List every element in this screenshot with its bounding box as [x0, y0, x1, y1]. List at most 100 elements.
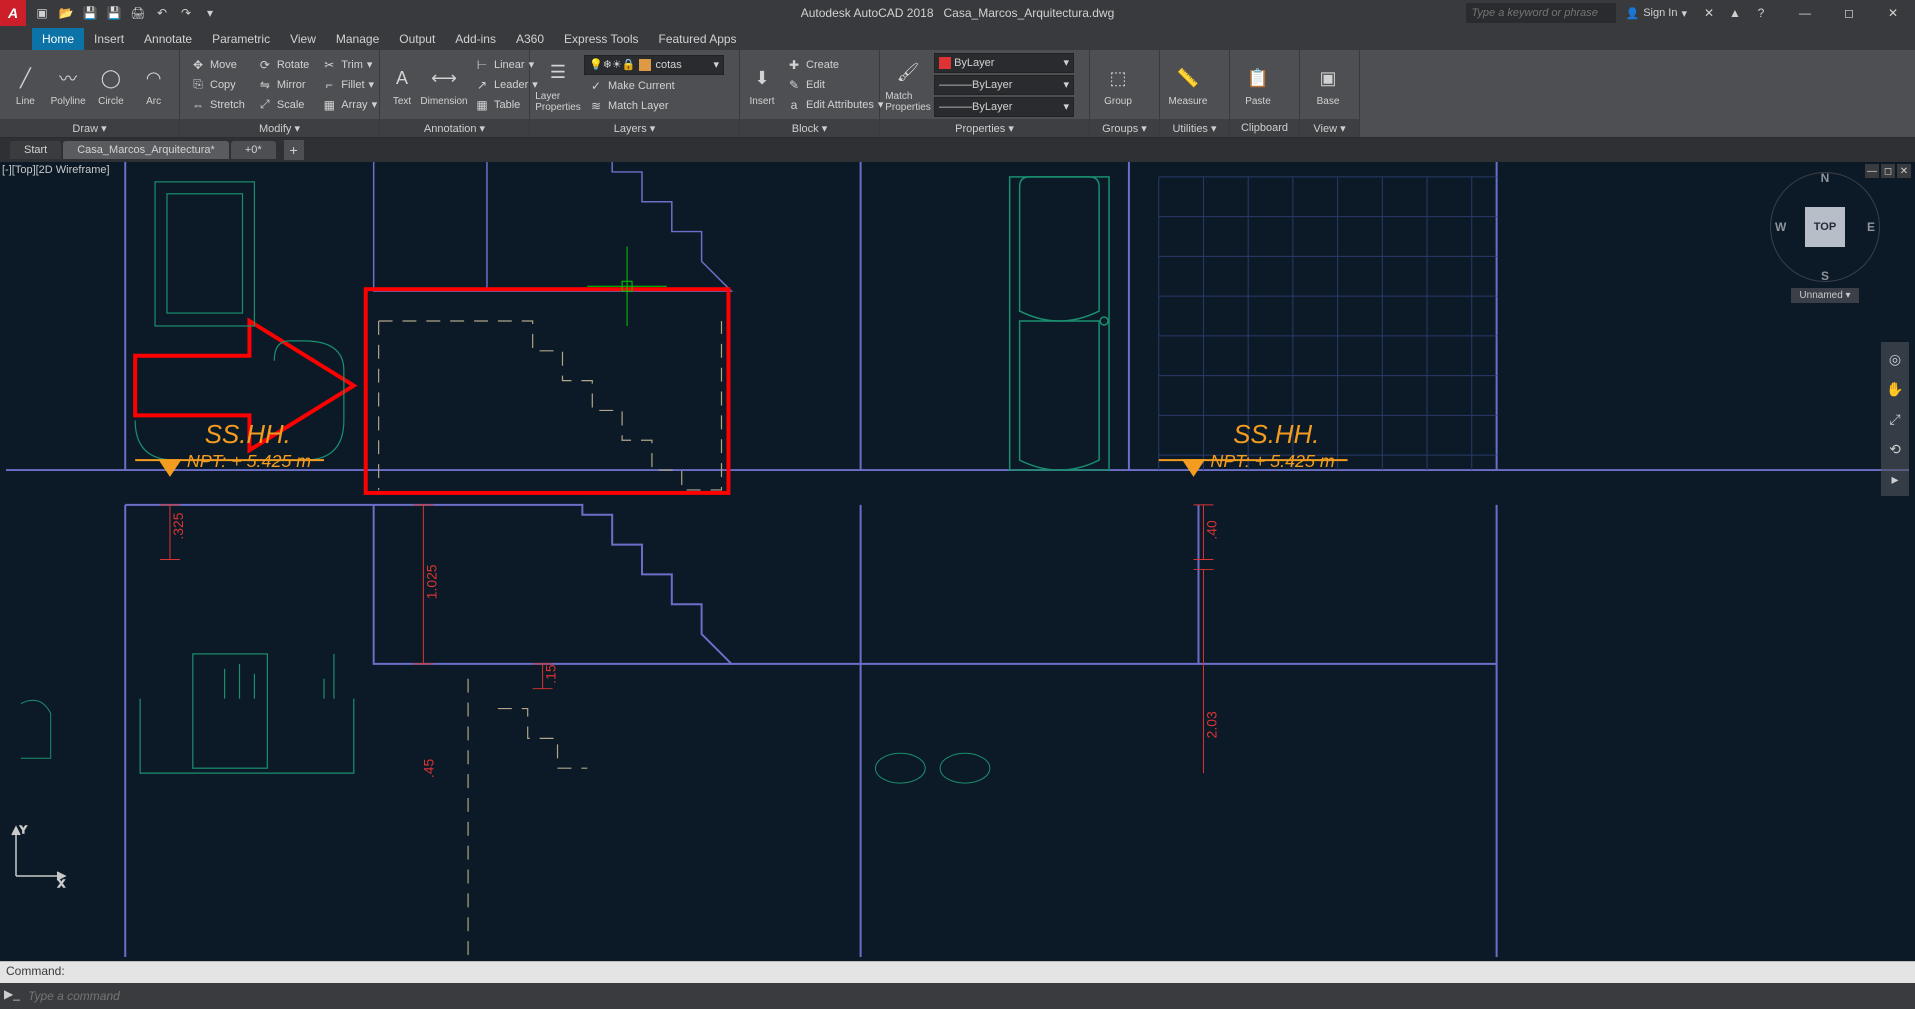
search-input[interactable] [1466, 3, 1616, 23]
linetype-dropdown[interactable]: ——— ByLayer▾ [934, 97, 1074, 117]
vp-close-icon[interactable]: ✕ [1897, 164, 1911, 178]
svg-text:X: X [58, 879, 65, 890]
navigation-bar: ◎ ✋ ⤢ ⟲ ▸ [1881, 342, 1909, 496]
viewcube-w[interactable]: W [1775, 220, 1786, 234]
tab-manage[interactable]: Manage [326, 28, 389, 50]
lineweight-dropdown[interactable]: ——— ByLayer▾ [934, 75, 1074, 95]
viewcube-wcs[interactable]: Unnamed ▾ [1791, 288, 1858, 303]
viewcube-top[interactable]: TOP [1805, 207, 1845, 247]
tab-add-button[interactable]: + [284, 140, 304, 160]
mirror-button[interactable]: ⇋Mirror [253, 76, 313, 94]
maximize-button[interactable]: ◻ [1827, 0, 1871, 26]
layer-properties-button[interactable]: ☰Layer Properties [536, 57, 580, 113]
copy-button[interactable]: ⎘Copy [186, 76, 249, 94]
create-block-button[interactable]: ✚Create [782, 56, 887, 74]
tab-start[interactable]: Start [10, 141, 61, 159]
dimension-button[interactable]: ⟷Dimension [422, 62, 466, 107]
match-layer-button[interactable]: ≋Match Layer [584, 97, 733, 115]
rotate-button[interactable]: ⟳Rotate [253, 56, 313, 74]
panel-title-clipboard[interactable]: Clipboard [1230, 119, 1299, 137]
group-icon: ⬚ [1102, 62, 1134, 94]
arc-button[interactable]: ◠Arc [134, 62, 173, 107]
tab-annotate[interactable]: Annotate [134, 28, 202, 50]
steering-wheel-icon[interactable]: ◎ [1884, 348, 1906, 370]
tab-insert[interactable]: Insert [84, 28, 134, 50]
line-button[interactable]: ╱Line [6, 62, 45, 107]
text-button[interactable]: AText [386, 62, 418, 107]
open-icon[interactable]: 📂 [56, 3, 76, 23]
array-button[interactable]: ▦Array ▾ [317, 96, 381, 114]
exchange-icon[interactable]: ✕ [1697, 2, 1721, 24]
color-dropdown[interactable]: ByLayer▾ [934, 53, 1074, 73]
panel-title-view[interactable]: View ▾ [1300, 119, 1359, 137]
close-button[interactable]: ✕ [1871, 0, 1915, 26]
panel-title-block[interactable]: Block ▾ [740, 119, 879, 137]
stretch-button[interactable]: ⇔Stretch [186, 96, 249, 114]
panel-title-groups[interactable]: Groups ▾ [1090, 119, 1159, 137]
quick-access-toolbar: ▣ 📂 💾 💾 🖨 ↶ ↷ ▾ [26, 3, 226, 23]
command-input[interactable] [28, 989, 1911, 1003]
circle-button[interactable]: ◯Circle [92, 62, 131, 107]
showmotion-icon[interactable]: ▸ [1884, 468, 1906, 490]
tab-parametric[interactable]: Parametric [202, 28, 280, 50]
signin-button[interactable]: 👤 Sign In ▾ [1618, 7, 1695, 20]
saveas-icon[interactable]: 💾 [104, 3, 124, 23]
tab-addins[interactable]: Add-ins [445, 28, 506, 50]
fillet-button[interactable]: ⌐Fillet ▾ [317, 76, 381, 94]
panel-title-layers[interactable]: Layers ▾ [530, 119, 739, 137]
insert-button[interactable]: ⬇Insert [746, 62, 778, 107]
tab-file-active[interactable]: Casa_Marcos_Arquitectura* [63, 141, 229, 159]
make-current-icon: ✓ [588, 78, 604, 94]
drawing-canvas[interactable]: SS.HH. NPT: + 5.425 m SS.HH. NPT: + 5.42… [0, 162, 1915, 957]
orbit-icon[interactable]: ⟲ [1884, 438, 1906, 460]
undo-icon[interactable]: ↶ [152, 3, 172, 23]
panel-title-annotation[interactable]: Annotation ▾ [380, 119, 529, 137]
make-current-button[interactable]: ✓Make Current [584, 77, 733, 95]
polyline-icon: 〰 [52, 62, 84, 94]
tab-file-other[interactable]: +0* [231, 141, 276, 159]
save-icon[interactable]: 💾 [80, 3, 100, 23]
tab-output[interactable]: Output [389, 28, 445, 50]
edit-block-button[interactable]: ✎Edit [782, 76, 887, 94]
edit-attributes-button[interactable]: aEdit Attributes ▾ [782, 96, 887, 114]
tab-expresstools[interactable]: Express Tools [554, 28, 648, 50]
panel-title-utilities[interactable]: Utilities ▾ [1160, 119, 1229, 137]
scale-button[interactable]: ⤢Scale [253, 96, 313, 114]
zoom-extents-icon[interactable]: ⤢ [1884, 408, 1906, 430]
base-button[interactable]: ▣Base [1306, 62, 1350, 107]
tab-a360[interactable]: A360 [506, 28, 554, 50]
minimize-button[interactable]: — [1783, 0, 1827, 26]
redo-icon[interactable]: ↷ [176, 3, 196, 23]
layer-dropdown[interactable]: 💡❄☀🔒cotas▾ [584, 55, 724, 75]
panel-title-properties[interactable]: Properties ▾ [880, 119, 1089, 137]
pan-icon[interactable]: ✋ [1884, 378, 1906, 400]
match-prop-icon: 🖌 [892, 57, 924, 89]
move-button[interactable]: ✥Move [186, 56, 249, 74]
panel-title-modify[interactable]: Modify ▾ [180, 119, 379, 137]
viewcube[interactable]: N S E W TOP Unnamed ▾ [1765, 172, 1885, 312]
autodesk-app-icon[interactable]: ▲ [1723, 2, 1747, 24]
viewcube-e[interactable]: E [1867, 220, 1875, 234]
viewcube-s[interactable]: S [1821, 269, 1829, 283]
viewport-label[interactable]: [-][Top][2D Wireframe] [2, 164, 110, 176]
new-icon[interactable]: ▣ [32, 3, 52, 23]
trim-button[interactable]: ✂Trim ▾ [317, 56, 381, 74]
command-line[interactable]: ▶_ [0, 983, 1915, 1009]
label-npt-2: NPT: + 5.425 m [1210, 451, 1334, 471]
app-logo[interactable]: A [0, 0, 26, 26]
paste-button[interactable]: 📋Paste [1236, 62, 1280, 107]
measure-button[interactable]: 📏Measure [1166, 62, 1210, 107]
group-button[interactable]: ⬚Group [1096, 62, 1140, 107]
qat-dropdown-icon[interactable]: ▾ [200, 3, 220, 23]
tab-home[interactable]: Home [32, 28, 84, 50]
match-properties-button[interactable]: 🖌Match Properties [886, 57, 930, 113]
plot-icon[interactable]: 🖨 [128, 3, 148, 23]
viewcube-n[interactable]: N [1821, 171, 1830, 185]
polyline-button[interactable]: 〰Polyline [49, 62, 88, 107]
help-icon[interactable]: ? [1749, 2, 1773, 24]
tab-view[interactable]: View [280, 28, 326, 50]
arc-icon: ◠ [138, 62, 170, 94]
drawing-area[interactable]: [-][Top][2D Wireframe] — ◻ ✕ [0, 162, 1915, 957]
panel-title-draw[interactable]: Draw ▾ [0, 119, 179, 137]
tab-featuredapps[interactable]: Featured Apps [649, 28, 747, 50]
